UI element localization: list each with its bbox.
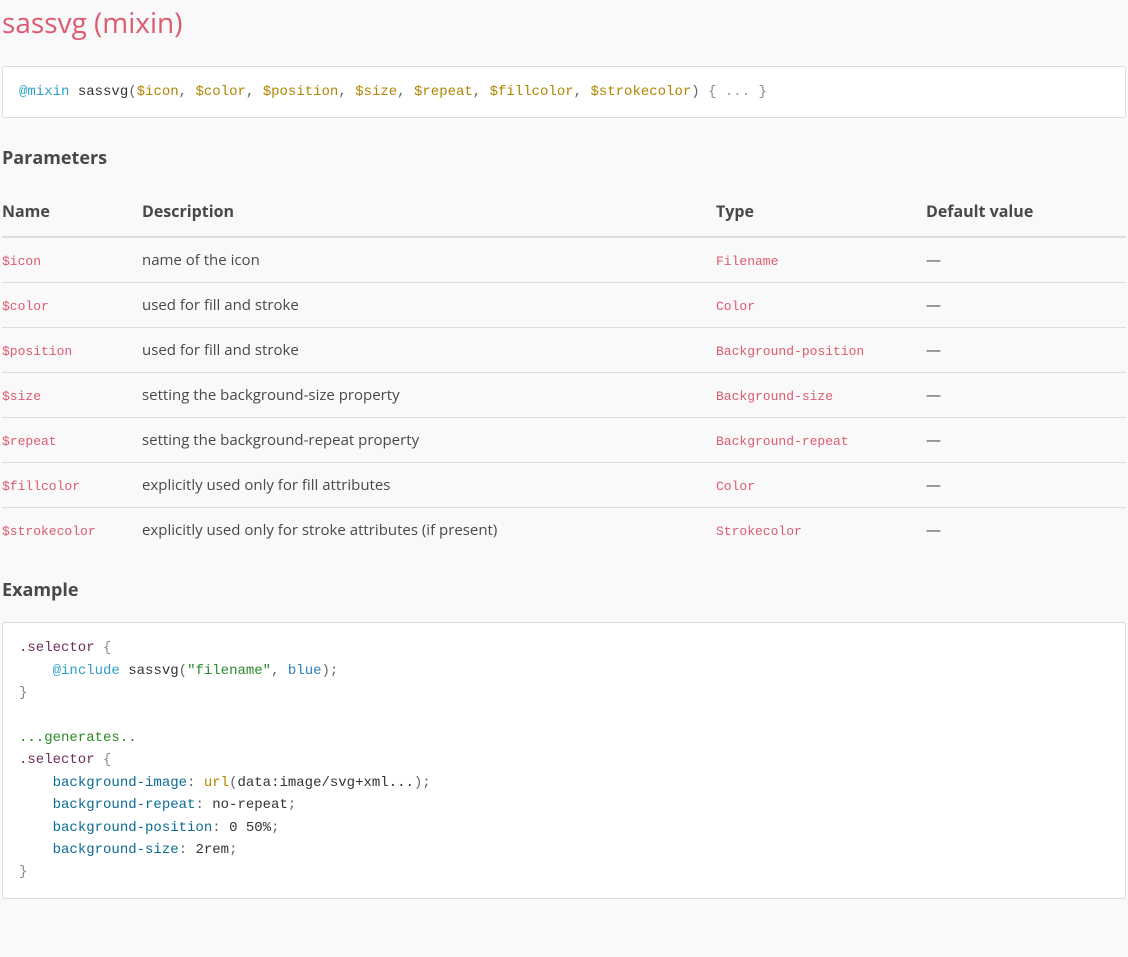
signature-code: @mixin sassvg($icon, $color, $position, … [2, 66, 1126, 118]
th-description: Description [142, 190, 716, 237]
table-row: $size setting the background-size propert… [2, 373, 1126, 418]
sig-body-placeholder: ... [725, 84, 750, 100]
param-type: Color [716, 299, 755, 314]
ex-selector-1: .selector [19, 640, 95, 656]
sig-param-3: $size [355, 84, 397, 100]
sig-param-2: $position [263, 84, 339, 100]
table-row: $color used for fill and strokeColor — [2, 283, 1126, 328]
th-type: Type [716, 190, 926, 237]
param-description: explicitly used only for fill attributes [142, 463, 716, 508]
ex-arg-string: "filename" [187, 663, 271, 679]
ex-include-name: sassvg [128, 663, 178, 679]
ex-prop-3: background-position [53, 820, 213, 836]
param-type: Filename [716, 254, 778, 269]
param-name: $strokecolor [2, 524, 96, 539]
example-heading: Example [2, 578, 1126, 602]
ex-arg-value: blue [288, 663, 322, 679]
param-type: Strokecolor [716, 524, 802, 539]
parameters-heading: Parameters [2, 146, 1126, 170]
ex-include-keyword: @include [53, 663, 120, 679]
param-type: Background-size [716, 389, 833, 404]
mixin-name: sassvg [78, 84, 128, 100]
param-type: Background-repeat [716, 434, 849, 449]
th-default: Default value [926, 190, 1126, 237]
param-default: — [926, 508, 1126, 553]
param-description: setting the background-repeat property [142, 418, 716, 463]
ex-comment: ...generates.. [19, 730, 137, 746]
mixin-keyword: @mixin [19, 84, 69, 100]
th-name: Name [2, 190, 142, 237]
param-default: — [926, 373, 1126, 418]
table-row: $position used for fill and strokeBackgro… [2, 328, 1126, 373]
param-name: $fillcolor [2, 479, 80, 494]
param-default: — [926, 463, 1126, 508]
param-name: $color [2, 299, 49, 314]
param-default: — [926, 328, 1126, 373]
param-type: Background-position [716, 344, 864, 359]
param-default: — [926, 283, 1126, 328]
parameters-table: Name Description Type Default value $ico… [2, 190, 1126, 552]
param-name: $icon [2, 254, 41, 269]
param-description: used for fill and stroke [142, 283, 716, 328]
table-row: $fillcolor explicitly used only for fill … [2, 463, 1126, 508]
table-row: $repeat setting the background-repeat pro… [2, 418, 1126, 463]
param-description: setting the background-size property [142, 373, 716, 418]
ex-url-arg: data:image/svg+xml... [237, 775, 413, 791]
ex-func-url: url [204, 775, 229, 791]
page-title: sassvg (mixin) [2, 4, 1126, 42]
sig-param-1: $color [195, 84, 245, 100]
table-row: $strokecolor explicitly used only for str… [2, 508, 1126, 553]
sig-param-4: $repeat [414, 84, 473, 100]
sig-param-0: $icon [137, 84, 179, 100]
table-row: $icon name of the iconFilename — [2, 237, 1126, 283]
param-name: $position [2, 344, 72, 359]
ex-prop-2: background-repeat [53, 797, 196, 813]
ex-val-3: 0 50% [229, 820, 271, 836]
param-default: — [926, 418, 1126, 463]
param-name: $repeat [2, 434, 57, 449]
param-type: Color [716, 479, 755, 494]
param-name: $size [2, 389, 41, 404]
param-description: explicitly used only for stroke attribut… [142, 508, 716, 553]
param-description: used for fill and stroke [142, 328, 716, 373]
ex-prop-4: background-size [53, 842, 179, 858]
param-default: — [926, 237, 1126, 283]
ex-val-2: no-repeat [212, 797, 288, 813]
param-description: name of the icon [142, 237, 716, 283]
sig-param-5: $fillcolor [490, 84, 574, 100]
ex-prop-1: background-image [53, 775, 187, 791]
sig-param-6: $strokecolor [590, 84, 691, 100]
ex-selector-2: .selector [19, 752, 95, 768]
example-code: .selector { @include sassvg("filename", … [2, 622, 1126, 898]
ex-val-4: 2rem [195, 842, 229, 858]
